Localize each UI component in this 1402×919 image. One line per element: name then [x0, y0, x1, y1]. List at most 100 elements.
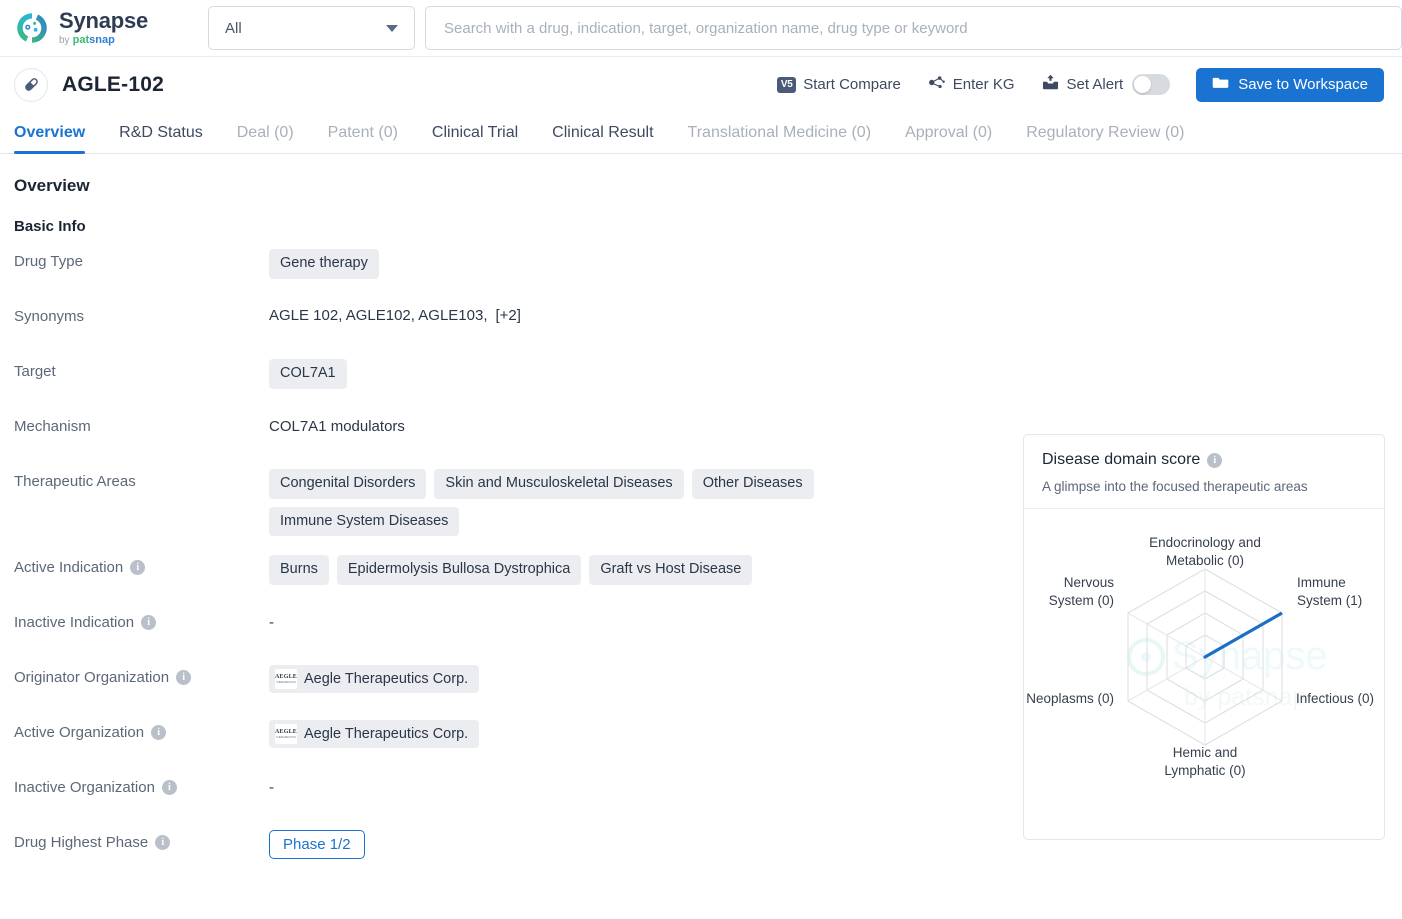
detail-tabs: Overview R&D Status Deal (0) Patent (0) … — [0, 112, 1402, 154]
field-drug-highest-phase-value: Phase 1/2 — [269, 830, 1029, 859]
field-drug-type-label: Drug Type — [14, 253, 83, 270]
disease-domain-score-subtitle: A glimpse into the focused therapeutic a… — [1042, 479, 1308, 494]
search-input[interactable] — [442, 18, 1385, 38]
radar-label-immune-line1: Immune — [1297, 575, 1346, 590]
search-field-wrapper[interactable] — [425, 6, 1402, 50]
tab-overview[interactable]: Overview — [14, 124, 102, 154]
chip[interactable]: Epidermolysis Bullosa Dystrophica — [336, 555, 582, 585]
drug-header: AGLE-102 V5 Start Compare Enter KG Set A… — [0, 57, 1402, 112]
field-active-organization-text: Active Organization — [14, 724, 145, 741]
page-title: AGLE-102 — [62, 72, 164, 96]
info-icon[interactable]: i — [151, 725, 167, 740]
chip[interactable]: Gene therapy — [269, 249, 379, 279]
tab-regulatory-review[interactable]: Regulatory Review (0) — [1009, 124, 1201, 153]
basic-info-heading: Basic Info — [14, 218, 86, 235]
info-icon[interactable]: i — [1207, 452, 1223, 468]
chip[interactable]: Graft vs Host Disease — [589, 555, 753, 585]
tab-rd-status[interactable]: R&D Status — [102, 124, 220, 153]
radar-label-immune-line2: System (1) — [1297, 593, 1362, 608]
synapse-swirl-logo-icon — [14, 10, 50, 46]
disease-domain-score-title-row: Disease domain score i — [1042, 451, 1366, 469]
chip[interactable]: Congenital Disorders — [269, 469, 427, 499]
field-inactive-organization-label: Inactive Organization i — [14, 775, 269, 796]
tab-patent[interactable]: Patent (0) — [311, 124, 415, 153]
disease-domain-score-header: Disease domain score i A glimpse into th… — [1024, 435, 1384, 509]
radar-label-neoplasms: Neoplasms (0) — [1026, 691, 1114, 706]
radar-svg: Synapse by patsnap Endocrinology and Met… — [1026, 535, 1374, 778]
save-to-workspace-label: Save to Workspace — [1238, 76, 1368, 93]
field-target-label: Target — [14, 363, 56, 380]
field-originator-organization-label: Originator Organization i — [14, 665, 269, 686]
field-drug-highest-phase-label: Drug Highest Phase i — [14, 830, 269, 851]
field-originator-organization-text: Originator Organization — [14, 669, 170, 686]
field-mechanism-label: Mechanism — [14, 418, 91, 435]
organization-chip[interactable]: AEGLE THERAPEUTICS Aegle Therapeutics Co… — [269, 665, 480, 693]
chip[interactable]: Burns — [269, 555, 329, 585]
tab-clinical-trial-label: Clinical Trial — [431, 124, 519, 141]
disease-domain-score-title: Disease domain score — [1042, 451, 1201, 468]
org-logo-line2: THERAPEUTICS — [276, 680, 296, 684]
info-icon[interactable]: i — [130, 560, 146, 575]
field-active-indication-label: Active Indication i — [14, 555, 269, 576]
save-to-workspace-button[interactable]: Save to Workspace — [1196, 67, 1384, 102]
tab-overview-label: Overview — [14, 124, 86, 141]
tab-deal[interactable]: Deal (0) — [220, 124, 311, 153]
chip[interactable]: COL7A1 — [269, 359, 347, 389]
organization-logo-icon: AEGLE THERAPEUTICS — [275, 669, 297, 689]
radar-label-endocrinology-line2: Metabolic (0) — [1166, 553, 1244, 568]
tab-translational-medicine[interactable]: Translational Medicine (0) — [671, 124, 888, 153]
set-alert-toggle[interactable] — [1132, 74, 1171, 95]
overview-heading: Overview — [14, 176, 90, 195]
field-inactive-indication-text: Inactive Indication — [14, 614, 135, 631]
chevron-down-icon — [386, 24, 398, 32]
tab-rd-status-label: R&D Status — [119, 124, 203, 141]
set-alert-label: Set Alert — [1066, 76, 1124, 93]
brand-tagline: by patsnap — [59, 35, 148, 46]
field-originator-organization-value: AEGLE THERAPEUTICS Aegle Therapeutics Co… — [269, 665, 1029, 693]
search-scope-value: All — [225, 19, 242, 37]
tab-approval[interactable]: Approval (0) — [888, 124, 1009, 153]
synonyms-more-link[interactable]: [+2] — [496, 304, 521, 324]
versus-badge-icon: V5 — [777, 76, 797, 93]
tab-regulatory-review-label: Regulatory Review (0) — [1026, 124, 1185, 141]
tab-clinical-result[interactable]: Clinical Result — [535, 124, 670, 153]
chip[interactable]: Other Diseases — [691, 469, 814, 499]
organization-chip[interactable]: AEGLE THERAPEUTICS Aegle Therapeutics Co… — [269, 720, 480, 748]
brand-pat: pat — [72, 34, 90, 46]
organization-name: Aegle Therapeutics Corp. — [304, 726, 469, 742]
search-scope-select[interactable]: All — [208, 6, 415, 50]
synonyms-text: AGLE 102, AGLE102, AGLE103, — [269, 307, 488, 324]
start-compare-button[interactable]: V5 Start Compare — [777, 76, 901, 93]
field-synonyms-value: AGLE 102, AGLE102, AGLE103, [+2] — [269, 304, 1029, 324]
field-active-organization-value: AEGLE THERAPEUTICS Aegle Therapeutics Co… — [269, 720, 1029, 748]
chip[interactable]: Skin and Musculoskeletal Diseases — [434, 469, 684, 499]
brand-logo[interactable]: Synapse by patsnap — [14, 10, 194, 46]
org-logo-line1: AEGLE — [275, 674, 297, 680]
radar-label-infectious: Infectious (0) — [1296, 691, 1374, 706]
pill-capsule-icon — [14, 67, 48, 102]
field-mechanism-value: COL7A1 modulators — [269, 418, 405, 435]
info-icon[interactable]: i — [176, 670, 192, 685]
field-inactive-organization-value: - — [269, 775, 1029, 796]
drug-phase-button[interactable]: Phase 1/2 — [269, 830, 365, 859]
info-icon[interactable]: i — [155, 835, 171, 850]
folder-icon — [1212, 74, 1229, 95]
info-icon[interactable]: i — [161, 780, 177, 795]
tab-patent-label: Patent (0) — [327, 124, 398, 141]
radar-label-nervous-line2: System (0) — [1049, 593, 1114, 608]
tab-clinical-trial[interactable]: Clinical Trial — [415, 124, 535, 153]
start-compare-label: Start Compare — [803, 76, 901, 93]
field-active-organization-label: Active Organization i — [14, 720, 269, 741]
info-icon[interactable]: i — [141, 615, 157, 630]
brand-by: by — [59, 35, 70, 46]
radar-label-nervous-line1: Nervous — [1064, 575, 1115, 590]
top-search-bar: Synapse by patsnap All — [0, 0, 1402, 57]
field-target-value: COL7A1 — [269, 359, 1029, 389]
enter-kg-button[interactable]: Enter KG — [927, 73, 1015, 96]
enter-kg-label: Enter KG — [952, 76, 1015, 93]
header-actions: V5 Start Compare Enter KG Set Alert Save… — [777, 67, 1384, 102]
empty-value: - — [269, 779, 274, 796]
field-target: Target COL7A1 — [14, 359, 1402, 414]
chip[interactable]: Immune System Diseases — [269, 506, 460, 537]
set-alert-control[interactable]: Set Alert — [1041, 73, 1171, 96]
